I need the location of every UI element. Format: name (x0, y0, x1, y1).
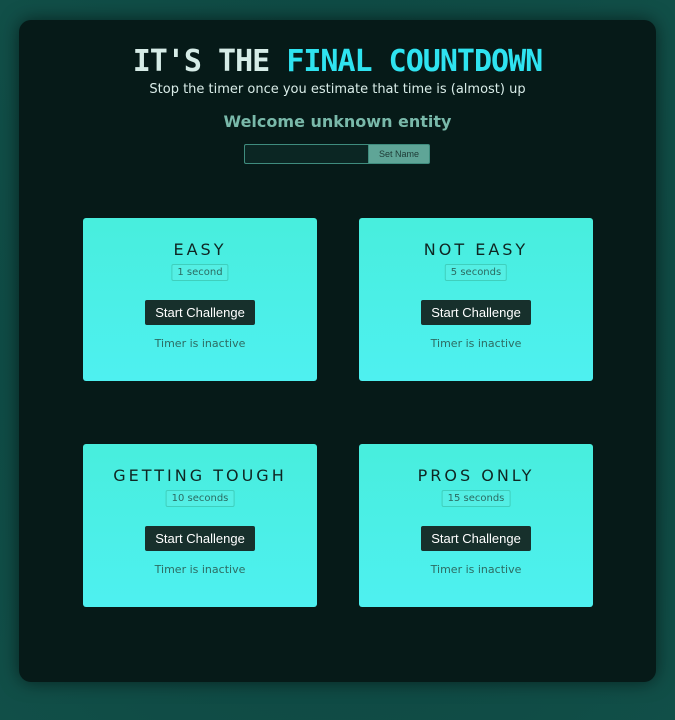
title-part-1: IT'S THE (132, 44, 287, 79)
timer-status: Timer is inactive (154, 337, 246, 350)
name-form: Set Name (244, 144, 430, 164)
set-name-button[interactable]: Set Name (368, 144, 430, 164)
challenge-title: EASY (173, 240, 227, 259)
timer-status: Timer is inactive (430, 563, 522, 576)
challenge-duration: 15 seconds (441, 490, 511, 507)
start-challenge-button[interactable]: Start Challenge (421, 300, 531, 325)
challenge-duration: 10 seconds (165, 490, 235, 507)
challenge-card-pros-only: PROS ONLY 15 seconds Start Challenge Tim… (359, 444, 593, 607)
start-challenge-button[interactable]: Start Challenge (145, 526, 255, 551)
challenge-duration: 1 second (171, 264, 229, 281)
start-challenge-button[interactable]: Start Challenge (145, 300, 255, 325)
start-challenge-button[interactable]: Start Challenge (421, 526, 531, 551)
challenge-title: PROS ONLY (417, 466, 535, 485)
challenge-title: GETTING TOUGH (113, 466, 287, 485)
timer-status: Timer is inactive (430, 337, 522, 350)
page-subtitle: Stop the timer once you estimate that ti… (149, 82, 526, 97)
challenge-card-getting-tough: GETTING TOUGH 10 seconds Start Challenge… (83, 444, 317, 607)
challenge-title: NOT EASY (423, 240, 529, 259)
name-input[interactable] (244, 144, 368, 164)
challenge-card-easy: EASY 1 second Start Challenge Timer is i… (83, 218, 317, 381)
challenge-card-not-easy: NOT EASY 5 seconds Start Challenge Timer… (359, 218, 593, 381)
challenge-duration: 5 seconds (444, 264, 508, 281)
main-panel: IT'S THE FINAL COUNTDOWN Stop the timer … (19, 20, 656, 682)
welcome-message: Welcome unknown entity (223, 112, 452, 131)
timer-status: Timer is inactive (154, 563, 246, 576)
title-part-2: FINAL COUNTDOWN (286, 44, 543, 79)
page-title: IT'S THE FINAL COUNTDOWN (19, 44, 656, 80)
